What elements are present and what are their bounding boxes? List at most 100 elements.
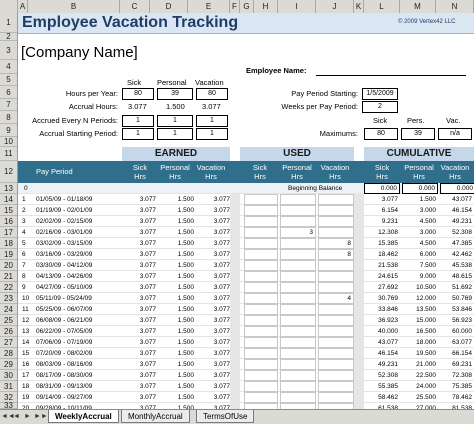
used-personal-input[interactable] (280, 205, 316, 216)
used-personal-input[interactable] (280, 315, 316, 326)
row-header[interactable]: 23 (0, 293, 17, 304)
used-personal-input[interactable] (280, 392, 316, 403)
used-personal-input[interactable] (280, 304, 316, 315)
weeks-per-period-value[interactable]: 2 (362, 101, 398, 113)
used-personal-input[interactable] (280, 216, 316, 227)
used-personal-input[interactable] (280, 260, 316, 271)
row-header[interactable]: 25 (0, 315, 17, 326)
column-header-d[interactable]: D (150, 0, 188, 13)
row-header[interactable]: 29 (0, 359, 17, 370)
row-header[interactable]: 24 (0, 304, 17, 315)
used-sick-input[interactable] (244, 205, 278, 216)
row-header[interactable]: 6 (0, 86, 17, 99)
column-header-e[interactable]: E (188, 0, 230, 13)
row-header[interactable]: 20 (0, 260, 17, 271)
used-sick-input[interactable] (244, 381, 278, 392)
used-personal-input[interactable] (280, 282, 316, 293)
row-header[interactable]: 21 (0, 271, 17, 282)
maximum-vacation[interactable]: n/a (438, 128, 472, 140)
used-vacation-input[interactable] (318, 337, 354, 348)
used-sick-input[interactable] (244, 293, 278, 304)
employee-name-field[interactable] (316, 75, 466, 76)
company-name[interactable]: [Company Name] (21, 44, 138, 61)
used-vacation-input[interactable] (318, 304, 354, 315)
row-header[interactable]: 31 (0, 381, 17, 392)
used-sick-input[interactable] (244, 216, 278, 227)
accrued-every-vacation[interactable]: 1 (196, 115, 228, 127)
maximum-sick[interactable]: 80 (364, 128, 398, 140)
beginning-balance-value[interactable]: 0.000 (402, 183, 438, 194)
row-header[interactable]: 12 (0, 161, 17, 183)
used-sick-input[interactable] (244, 227, 278, 238)
row-header[interactable]: 15 (0, 205, 17, 216)
first-sheet-icon[interactable]: ◄◄ (1, 412, 15, 422)
row-header[interactable]: 10 (0, 137, 17, 147)
used-sick-input[interactable] (244, 238, 278, 249)
used-personal-input[interactable] (280, 326, 316, 337)
used-vacation-input[interactable]: 8 (318, 238, 354, 249)
used-vacation-input[interactable] (318, 359, 354, 370)
row-header[interactable]: 16 (0, 216, 17, 227)
pay-period-starting-value[interactable]: 1/5/2009 (362, 88, 398, 100)
column-header-b[interactable]: B (28, 0, 120, 13)
used-personal-input[interactable] (280, 293, 316, 304)
column-header-c[interactable]: C (120, 0, 150, 13)
row-header[interactable]: 18 (0, 238, 17, 249)
hours-per-year-personal[interactable]: 39 (157, 88, 193, 100)
used-personal-input[interactable] (280, 337, 316, 348)
used-vacation-input[interactable] (318, 260, 354, 271)
used-sick-input[interactable] (244, 337, 278, 348)
used-vacation-input[interactable] (318, 194, 354, 205)
row-header[interactable]: 7 (0, 99, 17, 111)
row-header[interactable]: 30 (0, 370, 17, 381)
used-sick-input[interactable] (244, 260, 278, 271)
row-header[interactable]: 26 (0, 326, 17, 337)
row-header[interactable]: 22 (0, 282, 17, 293)
column-header-l[interactable]: L (364, 0, 400, 13)
row-header[interactable]: 3 (0, 41, 17, 60)
column-header-i[interactable]: I (278, 0, 316, 13)
hours-per-year-vacation[interactable]: 80 (196, 88, 228, 100)
beginning-balance-value[interactable]: 0.000 (440, 183, 474, 194)
used-personal-input[interactable] (280, 370, 316, 381)
tab-weekly-accrual[interactable]: WeeklyAccrual (48, 410, 119, 423)
used-sick-input[interactable] (244, 370, 278, 381)
used-sick-input[interactable] (244, 282, 278, 293)
last-sheet-icon[interactable]: ►► (34, 412, 48, 422)
accrued-every-sick[interactable]: 1 (122, 115, 154, 127)
used-personal-input[interactable] (280, 348, 316, 359)
used-vacation-input[interactable] (318, 282, 354, 293)
beginning-balance-value[interactable]: 0.000 (364, 183, 400, 194)
row-header[interactable]: 8 (0, 111, 17, 124)
used-vacation-input[interactable] (318, 315, 354, 326)
used-personal-input[interactable] (280, 271, 316, 282)
used-vacation-input[interactable]: 4 (318, 293, 354, 304)
column-header-g[interactable]: G (240, 0, 254, 13)
used-sick-input[interactable] (244, 304, 278, 315)
used-sick-input[interactable] (244, 326, 278, 337)
row-header[interactable]: 19 (0, 249, 17, 260)
tab-monthly-accrual[interactable]: MonthlyAccrual (121, 410, 190, 423)
select-all-corner[interactable] (0, 0, 18, 13)
column-header-f[interactable]: F (230, 0, 240, 13)
accrual-start-personal[interactable]: 1 (157, 128, 193, 140)
used-personal-input[interactable]: 3 (280, 227, 316, 238)
row-header[interactable]: 1 (0, 13, 17, 33)
column-header-j[interactable]: J (316, 0, 354, 13)
row-header[interactable]: 11 (0, 147, 17, 161)
maximum-personal[interactable]: 39 (401, 128, 435, 140)
used-vacation-input[interactable] (318, 326, 354, 337)
tab-terms-of-use[interactable]: TermsOfUse (196, 410, 255, 423)
used-personal-input[interactable] (280, 194, 316, 205)
prev-sheet-icon[interactable]: ◄ (12, 412, 21, 422)
used-sick-input[interactable] (244, 249, 278, 260)
hours-per-year-sick[interactable]: 80 (122, 88, 154, 100)
used-sick-input[interactable] (244, 359, 278, 370)
row-header[interactable]: 28 (0, 348, 17, 359)
accrued-every-personal[interactable]: 1 (157, 115, 193, 127)
accrual-start-vacation[interactable]: 1 (196, 128, 228, 140)
used-personal-input[interactable] (280, 381, 316, 392)
row-header[interactable]: 17 (0, 227, 17, 238)
row-header[interactable]: 14 (0, 194, 17, 205)
used-vacation-input[interactable] (318, 370, 354, 381)
